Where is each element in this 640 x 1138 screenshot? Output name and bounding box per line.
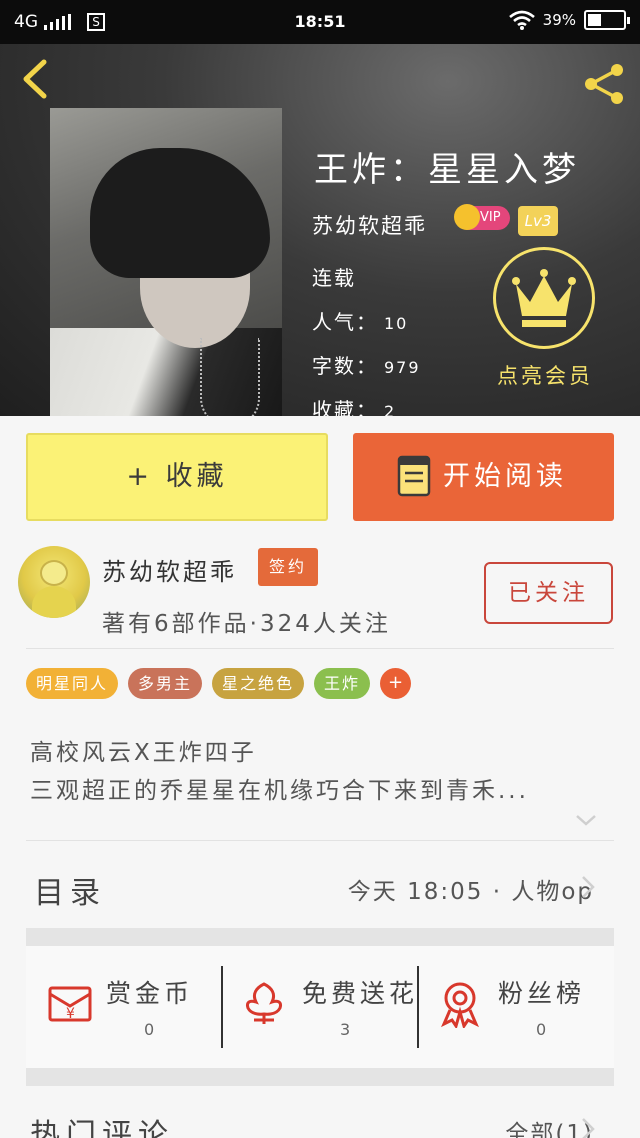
status-bar: 4G S 18:51 39% <box>0 0 640 44</box>
wifi-icon <box>508 10 535 30</box>
author-name[interactable]: 苏幼软超乖 <box>102 552 237 587</box>
toc-latest-chapter[interactable]: 今天 18:05 · 人物op <box>348 872 594 906</box>
synopsis-line: 三观超正的乔星星在机缘巧合下来到青禾... <box>30 778 529 804</box>
book-title: 王炸：星星入梦 <box>314 150 580 190</box>
tag[interactable]: 多男主 <box>128 668 203 699</box>
chevron-down-icon[interactable] <box>574 812 598 828</box>
vip-badge: VIP <box>454 204 510 230</box>
divider <box>26 840 614 841</box>
book-cover[interactable] <box>50 108 282 416</box>
vip-cta-label[interactable]: 点亮会员 <box>490 360 600 390</box>
toc-label[interactable]: 目录 <box>34 868 106 912</box>
tag-list: 明星同人 多男主 星之绝色 王炸 + <box>26 668 412 699</box>
author-stats: 著有6部作品·324人关注 <box>102 611 391 637</box>
section-separator <box>26 928 614 946</box>
action-bar: ¥ 赏金币 0 免费送花 3 粉丝榜 0 <box>26 946 614 1068</box>
follow-button[interactable]: 已关注 <box>484 562 613 624</box>
book-popularity: 人气： 10 <box>312 310 409 334</box>
back-arrow-icon[interactable] <box>18 58 54 100</box>
chevron-right-icon[interactable] <box>580 1116 596 1138</box>
vip-crown-button[interactable] <box>493 247 595 349</box>
battery-fill <box>588 14 602 26</box>
red-envelope-icon: ¥ <box>48 986 92 1022</box>
chevron-right-icon[interactable] <box>580 874 596 900</box>
crown-small-icon <box>454 204 480 230</box>
send-flower-button[interactable]: 免费送花 3 <box>222 946 418 1068</box>
tag[interactable]: 星之绝色 <box>212 668 305 699</box>
book-status: 连载 <box>312 266 356 290</box>
signed-badge: 签约 <box>258 548 318 586</box>
divider <box>26 648 614 649</box>
book-author[interactable]: 苏幼软超乖 <box>312 210 427 240</box>
crown-icon <box>512 269 576 327</box>
start-reading-button[interactable]: 开始阅读 <box>353 433 614 521</box>
synopsis-line: 高校风云X王炸四子 <box>30 740 257 766</box>
section-separator <box>26 1068 614 1086</box>
fan-ranking-button[interactable]: 粉丝榜 0 <box>418 946 614 1068</box>
battery-text: 39% <box>542 11 576 29</box>
flower-icon <box>246 982 282 1024</box>
tag[interactable]: 王炸 <box>314 668 371 699</box>
medal-icon <box>441 982 479 1028</box>
share-icon[interactable] <box>580 60 628 108</box>
book-hero: 王炸：星星入梦 苏幼软超乖 VIP Lv3 连载 人气： 10 字数： 979 收藏… <box>0 44 640 416</box>
reward-coins-button[interactable]: ¥ 赏金币 0 <box>26 946 222 1068</box>
synopsis[interactable]: 高校风云X王炸四子 三观超正的乔星星在机缘巧合下来到青禾... <box>30 734 529 810</box>
battery-icon <box>584 10 630 30</box>
svg-text:¥: ¥ <box>66 1006 75 1022</box>
collect-button[interactable]: + 收藏 <box>26 433 328 521</box>
author-avatar[interactable] <box>18 546 90 618</box>
tag[interactable]: 明星同人 <box>26 668 119 699</box>
add-tag-button[interactable]: + <box>380 668 412 699</box>
book-word-count: 字数： 979 <box>312 354 421 378</box>
book-favorites: 收藏： 2 <box>312 398 397 416</box>
book-icon <box>397 455 431 497</box>
level-badge: Lv3 <box>518 206 558 236</box>
status-right: 39% <box>508 10 630 30</box>
hot-comments-label: 热门评论 <box>30 1118 174 1138</box>
